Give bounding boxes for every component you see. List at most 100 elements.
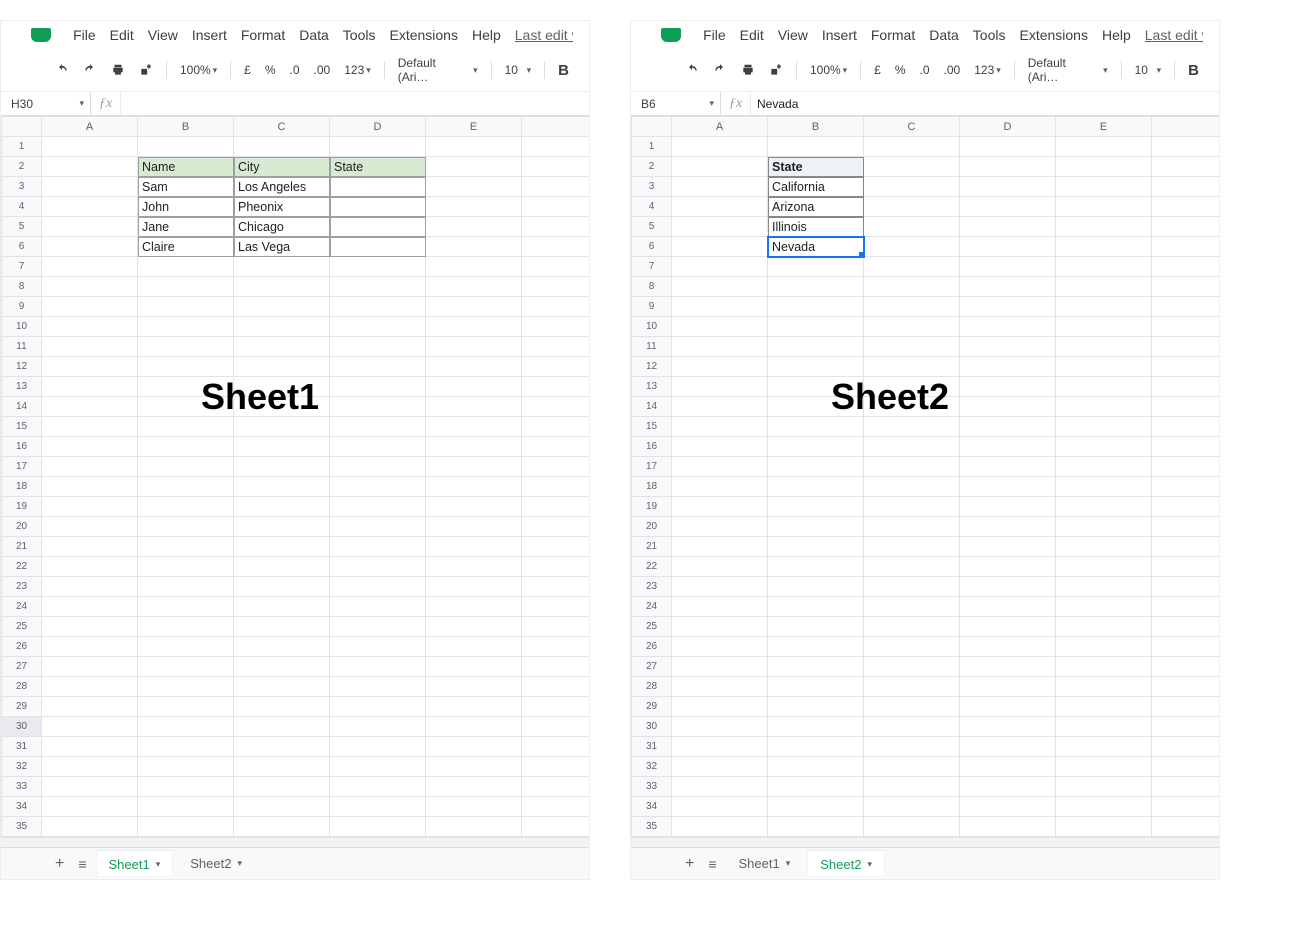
cell-C23[interactable] [864, 577, 960, 597]
col-header-D[interactable]: D [330, 117, 426, 137]
cell-X12[interactable] [1152, 357, 1220, 377]
menu-format[interactable]: Format [241, 27, 285, 43]
cell-X30[interactable] [522, 717, 590, 737]
cell-X22[interactable] [522, 557, 590, 577]
cell-C27[interactable] [234, 657, 330, 677]
cell-C28[interactable] [234, 677, 330, 697]
row-header-13[interactable]: 13 [632, 377, 672, 397]
cell-X4[interactable] [522, 197, 590, 217]
cell-X35[interactable] [1152, 817, 1220, 837]
cell-C21[interactable] [864, 537, 960, 557]
cell-E7[interactable] [1056, 257, 1152, 277]
cell-A29[interactable] [42, 697, 138, 717]
cell-B5[interactable]: Jane [138, 217, 234, 237]
cell-C8[interactable] [864, 277, 960, 297]
cell-D30[interactable] [330, 717, 426, 737]
cell-A32[interactable] [672, 757, 768, 777]
menu-edit[interactable]: Edit [740, 27, 764, 43]
cell-D21[interactable] [960, 537, 1056, 557]
cell-B4[interactable]: Arizona [768, 197, 864, 217]
cell-C35[interactable] [864, 817, 960, 837]
cell-C10[interactable] [864, 317, 960, 337]
cell-E15[interactable] [1056, 417, 1152, 437]
cell-D12[interactable] [960, 357, 1056, 377]
cell-E29[interactable] [426, 697, 522, 717]
cell-E16[interactable] [1056, 437, 1152, 457]
row-header-25[interactable]: 25 [632, 617, 672, 637]
cell-C32[interactable] [864, 757, 960, 777]
row-header-24[interactable]: 24 [2, 597, 42, 617]
cell-X6[interactable] [1152, 237, 1220, 257]
currency-button[interactable]: £ [870, 60, 885, 80]
cell-C20[interactable] [234, 517, 330, 537]
cell-D29[interactable] [330, 697, 426, 717]
sheet-tab-sheet2[interactable]: Sheet2▾ [808, 851, 884, 876]
cell-C35[interactable] [234, 817, 330, 837]
cell-B13[interactable] [138, 377, 234, 397]
col-header-B[interactable]: B [138, 117, 234, 137]
row-header-12[interactable]: 12 [2, 357, 42, 377]
cell-A28[interactable] [42, 677, 138, 697]
cell-X19[interactable] [522, 497, 590, 517]
cell-X4[interactable] [1152, 197, 1220, 217]
cell-B20[interactable] [138, 517, 234, 537]
cell-D3[interactable] [330, 177, 426, 197]
cell-E15[interactable] [426, 417, 522, 437]
cell-B21[interactable] [138, 537, 234, 557]
row-header-6[interactable]: 6 [2, 237, 42, 257]
cell-B31[interactable] [768, 737, 864, 757]
cell-A13[interactable] [42, 377, 138, 397]
cell-B28[interactable] [768, 677, 864, 697]
row-header-34[interactable]: 34 [2, 797, 42, 817]
cell-B10[interactable] [138, 317, 234, 337]
cell-D11[interactable] [330, 337, 426, 357]
cell-A35[interactable] [42, 817, 138, 837]
cell-A15[interactable] [672, 417, 768, 437]
row-header-4[interactable]: 4 [2, 197, 42, 217]
cell-D19[interactable] [960, 497, 1056, 517]
row-header-11[interactable]: 11 [632, 337, 672, 357]
col-header-B[interactable]: B [768, 117, 864, 137]
font-select[interactable]: Default (Ari… ▾ [394, 53, 482, 87]
cell-D7[interactable] [330, 257, 426, 277]
cell-A20[interactable] [672, 517, 768, 537]
cell-A7[interactable] [672, 257, 768, 277]
cell-E32[interactable] [1056, 757, 1152, 777]
row-header-20[interactable]: 20 [2, 517, 42, 537]
cell-E33[interactable] [1056, 777, 1152, 797]
row-header-19[interactable]: 19 [2, 497, 42, 517]
cell-D26[interactable] [330, 637, 426, 657]
cell-X27[interactable] [1152, 657, 1220, 677]
cell-E1[interactable] [426, 137, 522, 157]
cell-A10[interactable] [672, 317, 768, 337]
cell-C2[interactable]: City [234, 157, 330, 177]
cell-X14[interactable] [1152, 397, 1220, 417]
cell-B29[interactable] [768, 697, 864, 717]
cell-D4[interactable] [330, 197, 426, 217]
row-header-17[interactable]: 17 [632, 457, 672, 477]
cell-X16[interactable] [522, 437, 590, 457]
cell-X7[interactable] [522, 257, 590, 277]
dec-decrease-button[interactable]: .0 [286, 60, 304, 80]
cell-B17[interactable] [138, 457, 234, 477]
row-header-7[interactable]: 7 [2, 257, 42, 277]
cell-A2[interactable] [42, 157, 138, 177]
cell-A18[interactable] [672, 477, 768, 497]
cell-X8[interactable] [522, 277, 590, 297]
cell-C29[interactable] [864, 697, 960, 717]
cell-D28[interactable] [330, 677, 426, 697]
grid[interactable]: ABCDE12State3California4Arizona5Illinois… [631, 116, 1219, 837]
redo-icon[interactable] [709, 60, 731, 80]
cell-A14[interactable] [672, 397, 768, 417]
cell-B6[interactable]: Nevada [768, 237, 864, 257]
cell-X9[interactable] [522, 297, 590, 317]
cell-D7[interactable] [960, 257, 1056, 277]
cell-E10[interactable] [1056, 317, 1152, 337]
all-sheets-button[interactable]: ≡ [704, 853, 720, 875]
cell-B7[interactable] [138, 257, 234, 277]
cell-E17[interactable] [1056, 457, 1152, 477]
cell-B5[interactable]: Illinois [768, 217, 864, 237]
cell-C14[interactable] [864, 397, 960, 417]
cell-A16[interactable] [42, 437, 138, 457]
cell-X9[interactable] [1152, 297, 1220, 317]
